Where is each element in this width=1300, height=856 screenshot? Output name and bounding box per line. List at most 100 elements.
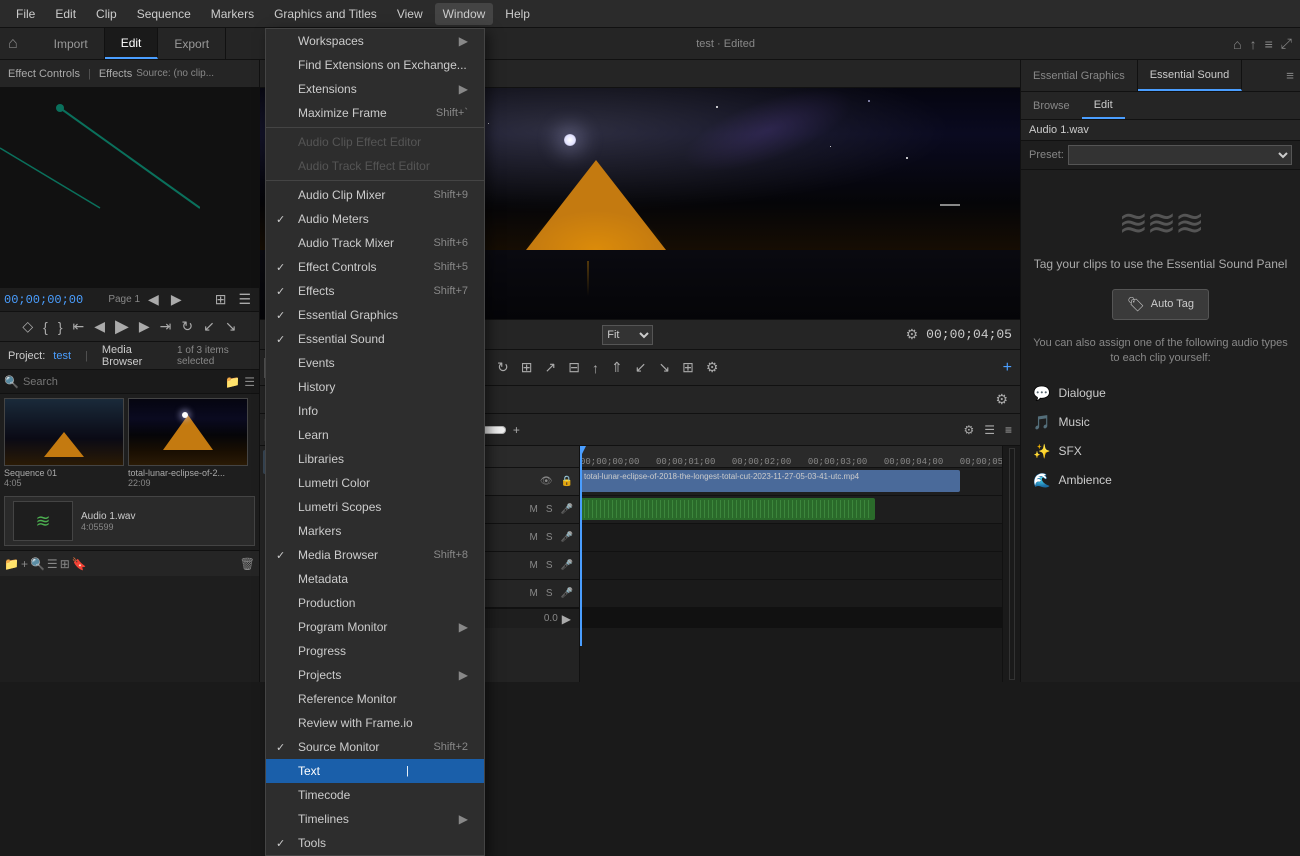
project-search-input[interactable]	[23, 376, 221, 388]
media-browser-tab[interactable]: Media Browser	[102, 344, 161, 368]
menu-item-lumetri-color[interactable]: Lumetri Color	[266, 471, 484, 495]
menu-item-effects[interactable]: ✓ Effects Shift+7	[266, 279, 484, 303]
menu-item-source-monitor[interactable]: ✓ Source Monitor Shift+2	[266, 735, 484, 759]
sub-tab-browse[interactable]: Browse	[1021, 92, 1082, 119]
source-step-fwd[interactable]: ▶	[135, 316, 154, 337]
menu-item-timelines[interactable]: Timelines ▶	[266, 807, 484, 831]
preset-select[interactable]	[1068, 145, 1292, 165]
tab-edit[interactable]: Edit	[105, 28, 159, 59]
menu-graphics[interactable]: Graphics and Titles	[266, 3, 385, 25]
source-overwrite[interactable]: ↘	[221, 316, 241, 337]
menu-item-markers[interactable]: Markers	[266, 519, 484, 543]
menu-item-essential-graphics[interactable]: ✓ Essential Graphics	[266, 303, 484, 327]
zoom-select[interactable]: Fit 25% 50% 75% 100%	[602, 325, 653, 345]
a2-1-m[interactable]: M	[528, 532, 540, 543]
menu-item-reference-monitor[interactable]: Reference Monitor	[266, 687, 484, 711]
settings-icon-top[interactable]: ≡	[1265, 36, 1273, 52]
list-view-btn2[interactable]: ☰	[47, 557, 58, 571]
source-insert[interactable]: ↙	[199, 316, 219, 337]
source-panel-menu-btn[interactable]: ☰	[234, 289, 255, 310]
audio-type-sfx[interactable]: ✨ SFX	[1033, 437, 1288, 466]
menu-item-text[interactable]: Text |	[266, 759, 484, 783]
page-label[interactable]: Page 1	[108, 294, 140, 305]
a2-3-m[interactable]: M	[528, 588, 540, 599]
program-insert[interactable]: ↙	[631, 357, 651, 378]
page-prev-btn[interactable]: ◀	[144, 289, 163, 310]
menu-item-info[interactable]: Info	[266, 399, 484, 423]
source-step-back[interactable]: ◀	[90, 316, 109, 337]
sub-tab-edit[interactable]: Edit	[1082, 92, 1125, 119]
menu-window[interactable]: Window	[435, 3, 494, 25]
program-settings2[interactable]: ⚙	[702, 357, 723, 378]
a2-1-s[interactable]: S	[544, 532, 555, 543]
program-export-frame[interactable]: ↗	[541, 357, 561, 378]
program-add[interactable]: +	[999, 357, 1016, 379]
find-btn[interactable]: 🔍	[30, 557, 45, 571]
metadata-btn[interactable]: 🔖	[72, 557, 87, 571]
menu-item-extensions[interactable]: Extensions ▶	[266, 77, 484, 101]
a1-mic-btn[interactable]: 🎤	[559, 504, 575, 515]
a2-2-m[interactable]: M	[528, 560, 540, 571]
menu-sequence[interactable]: Sequence	[129, 3, 199, 25]
export-icon[interactable]: ↑	[1250, 36, 1257, 52]
new-bin-btn[interactable]: 📁	[4, 557, 19, 571]
menu-item-projects[interactable]: Projects ▶	[266, 663, 484, 687]
home-icon[interactable]: ⌂	[8, 35, 18, 53]
source-loop[interactable]: ↻	[177, 316, 197, 337]
audio-type-dialogue[interactable]: 💬 Dialogue	[1033, 379, 1288, 408]
source-play[interactable]: ▶	[111, 314, 133, 339]
source-in-point[interactable]: {	[39, 317, 52, 337]
menu-item-lumetri-scopes[interactable]: Lumetri Scopes	[266, 495, 484, 519]
v1-eye-btn[interactable]: 👁	[538, 476, 555, 487]
menu-item-audio-clip-mixer[interactable]: Audio Clip Mixer Shift+9	[266, 183, 484, 207]
page-next-btn[interactable]: ▶	[167, 289, 186, 310]
source-settings-btn[interactable]: ⊞	[211, 289, 231, 310]
menu-view[interactable]: View	[389, 3, 431, 25]
source-next-edit[interactable]: ⇥	[156, 316, 176, 337]
tab-export[interactable]: Export	[158, 28, 226, 59]
a2-3-mic[interactable]: 🎤	[559, 588, 575, 599]
menu-item-essential-sound[interactable]: ✓ Essential Sound	[266, 327, 484, 351]
mix-play-btn[interactable]: ▶	[558, 610, 575, 628]
tab-import[interactable]: Import	[38, 28, 105, 59]
icon-view-btn[interactable]: ⊞	[60, 557, 70, 571]
menu-item-progress[interactable]: Progress	[266, 639, 484, 663]
source-out-point[interactable]: }	[54, 317, 67, 337]
menu-file[interactable]: File	[8, 3, 43, 25]
program-overwrite[interactable]: ↘	[654, 357, 674, 378]
menu-item-history[interactable]: History	[266, 375, 484, 399]
new-item-btn[interactable]: +	[21, 557, 28, 571]
v1-lock-btn[interactable]: 🔒	[559, 476, 575, 487]
source-timecode[interactable]: 00;00;00;00	[4, 293, 83, 307]
list-btn[interactable]: ☰	[980, 421, 999, 439]
menu-item-workspaces[interactable]: Workspaces ▶	[266, 29, 484, 53]
menu-item-find-extensions[interactable]: Find Extensions on Exchange...	[266, 53, 484, 77]
program-loop[interactable]: ↻	[493, 357, 513, 378]
right-panel-menu-btn[interactable]: ≡	[1280, 60, 1300, 91]
menu-edit[interactable]: Edit	[47, 3, 84, 25]
menu-item-production[interactable]: Production	[266, 591, 484, 615]
tab-essential-graphics[interactable]: Essential Graphics	[1021, 60, 1138, 91]
program-lift[interactable]: ↑	[588, 358, 603, 378]
menu-item-effect-controls[interactable]: ✓ Effect Controls Shift+5	[266, 255, 484, 279]
new-folder-btn[interactable]: 📁	[225, 375, 240, 389]
a1-m-btn[interactable]: M	[528, 504, 540, 515]
a2-2-mic[interactable]: 🎤	[559, 560, 575, 571]
a1-clip[interactable]	[580, 498, 875, 520]
source-add-marker[interactable]: ◇	[18, 316, 37, 337]
a2-2-s[interactable]: S	[544, 560, 555, 571]
menu-item-timecode[interactable]: Timecode	[266, 783, 484, 807]
timeline-settings[interactable]: ⚙	[991, 389, 1012, 410]
menu-item-tools[interactable]: ✓ Tools	[266, 831, 484, 855]
menu-item-program-monitor[interactable]: Program Monitor ▶	[266, 615, 484, 639]
maximize-icon[interactable]: ⤢	[1281, 35, 1292, 52]
a2-3-s[interactable]: S	[544, 588, 555, 599]
home-icon-right[interactable]: ⌂	[1233, 36, 1241, 52]
menu-item-media-browser[interactable]: ✓ Media Browser Shift+8	[266, 543, 484, 567]
menu-item-review-frameio[interactable]: Review with Frame.io	[266, 711, 484, 735]
menu-item-learn[interactable]: Learn	[266, 423, 484, 447]
panel-menu-btn[interactable]: ≡	[1001, 421, 1016, 439]
menu-item-events[interactable]: Events	[266, 351, 484, 375]
a1-s-btn[interactable]: S	[544, 504, 555, 515]
program-settings-btn[interactable]: ⚙	[902, 324, 923, 345]
